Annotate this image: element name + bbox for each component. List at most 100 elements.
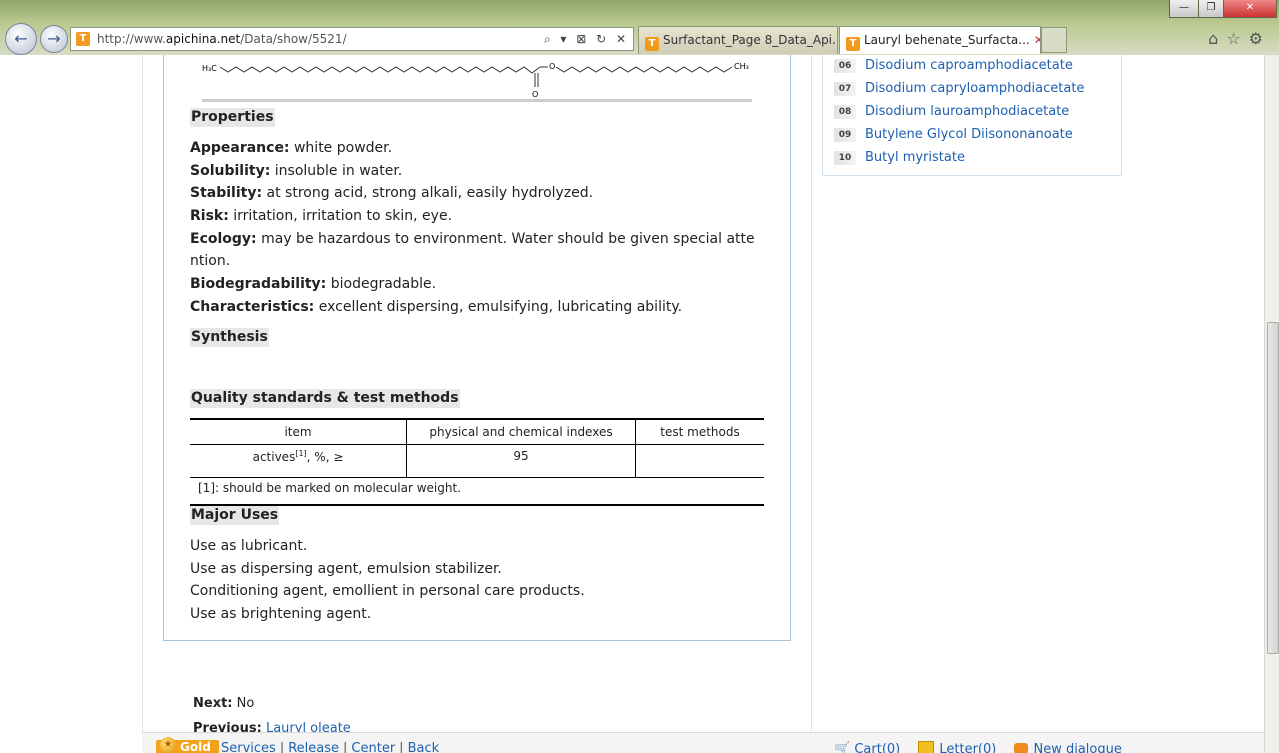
carbonyl-oxygen-label: O bbox=[532, 90, 538, 99]
property-label: Ecology: bbox=[190, 231, 257, 247]
rank-badge: 10 bbox=[834, 151, 856, 165]
page-viewport: H₃C O O CH₃ Properties Appearance: white… bbox=[0, 55, 1265, 753]
url-domain: apichina.net bbox=[165, 32, 241, 46]
column-divider bbox=[811, 55, 812, 753]
gold-label: Gold bbox=[180, 740, 211, 753]
bottom-toolbar: ★ Gold Services | Release | Center | Back 🛒 Car… bbox=[142, 732, 1265, 753]
list-item: Use as dispersing agent, emulsion stabil… bbox=[190, 560, 502, 577]
cart-link[interactable]: Cart(0) bbox=[854, 742, 900, 753]
property-value: irritation, irritation to skin, eye. bbox=[228, 208, 453, 224]
list-item: Use as brightening agent. bbox=[190, 606, 372, 623]
table-row: actives[1], %, ≥ 95 bbox=[190, 444, 764, 478]
related-link[interactable]: Disodium caproamphodiacetate bbox=[865, 58, 1073, 73]
item-text: actives bbox=[252, 450, 296, 464]
browser-toolbar-icons[interactable]: ⌂☆⚙ bbox=[1208, 29, 1271, 48]
property-label: Risk: bbox=[190, 208, 229, 224]
footnote-ref: [1] bbox=[295, 449, 307, 458]
minimize-button[interactable]: — bbox=[1169, 0, 1199, 18]
property-label: Solubility: bbox=[190, 163, 271, 179]
property-label: Stability: bbox=[190, 185, 263, 201]
table-header-row: item physical and chemical indexes test … bbox=[190, 419, 764, 445]
address-tools-icon[interactable]: ⌕ ▾ ⊠ ↻ ✕ bbox=[544, 28, 629, 50]
property-ecology-continued: ntion. bbox=[190, 250, 765, 272]
list-item: Use as lubricant. bbox=[190, 538, 308, 554]
property-value: ntion. bbox=[190, 253, 231, 269]
separator: | bbox=[279, 741, 285, 753]
property-ecology: Ecology: may be hazardous to environment… bbox=[190, 228, 765, 250]
related-link[interactable]: Butylene Glycol Diisononanoate bbox=[865, 127, 1073, 142]
back-link[interactable]: Back bbox=[408, 741, 440, 753]
table-cell-value: 95 bbox=[406, 444, 636, 478]
tab-favicon-icon: T bbox=[645, 37, 659, 51]
bottom-links: Services | Release | Center | Back bbox=[221, 741, 439, 753]
new-tab-button[interactable] bbox=[1041, 27, 1067, 53]
table-note-row: [1]: should be marked on molecular weigh… bbox=[190, 477, 764, 505]
tab-surfactant[interactable]: T Surfactant_Page 8_Data_Api... bbox=[638, 26, 838, 54]
property-biodegradability: Biodegradability: biodegradable. bbox=[190, 273, 765, 295]
uses-list: Use as lubricant. Use as dispersing agen… bbox=[190, 535, 585, 626]
chemical-structure-image: H₃C O O CH₃ bbox=[198, 57, 758, 102]
table-cell-item: actives[1], %, ≥ bbox=[190, 445, 407, 478]
structure-svg: H₃C O O CH₃ bbox=[202, 62, 749, 99]
center-link[interactable]: Center bbox=[351, 741, 395, 753]
property-characteristics: Characteristics: excellent dispersing, e… bbox=[190, 296, 765, 318]
list-item[interactable]: 06 Disodium caproamphodiacetate bbox=[834, 56, 1073, 76]
rank-badge: 06 bbox=[834, 59, 856, 73]
address-bar[interactable]: T http://www.apichina.net/Data/show/5521… bbox=[70, 27, 634, 51]
property-solubility: Solubility: insoluble in water. bbox=[190, 160, 765, 182]
table-header-indexes: physical and chemical indexes bbox=[406, 419, 636, 445]
property-value: white powder. bbox=[289, 140, 393, 156]
next-value: No bbox=[236, 696, 255, 711]
vertical-scrollbar[interactable] bbox=[1264, 55, 1279, 753]
rank-badge: 08 bbox=[834, 105, 856, 119]
list-item: Conditioning agent, emollient in persona… bbox=[190, 583, 585, 600]
browser-chrome: — ❐ ✕ ← → T http://www.apichina.net/Data… bbox=[0, 0, 1279, 55]
cart-icon: 🛒 bbox=[834, 742, 851, 753]
restore-button[interactable]: ❐ bbox=[1198, 0, 1224, 18]
forward-button[interactable]: → bbox=[40, 25, 68, 53]
url-prefix: http://www. bbox=[97, 32, 166, 46]
tab-close-icon[interactable]: ✕ bbox=[1034, 33, 1040, 47]
separator: | bbox=[399, 741, 404, 753]
next-link-row: Next: No bbox=[193, 696, 254, 711]
related-link[interactable]: Disodium lauroamphodiacetate bbox=[865, 104, 1069, 119]
bottom-actions: 🛒 Cart(0) Letter(0) New dialogue bbox=[834, 741, 1122, 753]
list-item[interactable]: 07 Disodium capryloamphodiacetate bbox=[834, 79, 1084, 99]
related-link[interactable]: Disodium capryloamphodiacetate bbox=[865, 81, 1084, 96]
property-value: biodegradable. bbox=[326, 276, 437, 292]
ch3-label: CH₃ bbox=[734, 62, 749, 71]
structure-divider bbox=[202, 99, 752, 102]
envelope-icon bbox=[918, 741, 935, 753]
property-stability: Stability: at strong acid, strong alkali… bbox=[190, 182, 765, 204]
new-dialogue-link[interactable]: New dialogue bbox=[1033, 742, 1121, 753]
section-heading-uses: Major Uses bbox=[190, 506, 280, 525]
list-item[interactable]: 10 Butyl myristate bbox=[834, 148, 965, 168]
gold-badge[interactable]: ★ Gold bbox=[156, 737, 219, 753]
tab-lauryl-behenate[interactable]: T Lauryl behenate_Surfacta... ✕ bbox=[839, 26, 1041, 54]
section-heading-properties: Properties bbox=[190, 108, 275, 127]
address-url[interactable]: http://www.apichina.net/Data/show/5521/ bbox=[97, 28, 347, 50]
property-label: Characteristics: bbox=[190, 299, 315, 315]
tab-label: Surfactant_Page 8_Data_Api... bbox=[663, 33, 838, 47]
close-window-button[interactable]: ✕ bbox=[1223, 0, 1277, 18]
list-item[interactable]: 09 Butylene Glycol Diisononanoate bbox=[834, 125, 1073, 145]
table-header-methods: test methods bbox=[635, 419, 764, 445]
left-border bbox=[142, 55, 143, 753]
site-favicon-icon: T bbox=[76, 32, 90, 46]
tab-favicon-icon: T bbox=[846, 37, 860, 51]
list-item[interactable]: 08 Disodium lauroamphodiacetate bbox=[834, 102, 1069, 122]
letter-link[interactable]: Letter(0) bbox=[939, 742, 996, 753]
arrow-right-icon: → bbox=[47, 29, 61, 48]
property-value: may be hazardous to environment. Water s… bbox=[256, 231, 755, 247]
release-link[interactable]: Release bbox=[288, 741, 339, 753]
quality-table: item physical and chemical indexes test … bbox=[190, 418, 764, 506]
related-link[interactable]: Butyl myristate bbox=[865, 150, 965, 165]
table-cell-method bbox=[635, 444, 764, 478]
property-value: excellent dispersing, emulsifying, lubri… bbox=[314, 299, 683, 315]
ester-oxygen-label: O bbox=[549, 62, 555, 71]
back-button[interactable]: ← bbox=[5, 23, 37, 55]
property-risk: Risk: irritation, irritation to skin, ey… bbox=[190, 205, 765, 227]
scrollbar-thumb[interactable] bbox=[1267, 322, 1279, 654]
chat-icon bbox=[1014, 743, 1029, 753]
services-link[interactable]: Services bbox=[221, 741, 276, 753]
